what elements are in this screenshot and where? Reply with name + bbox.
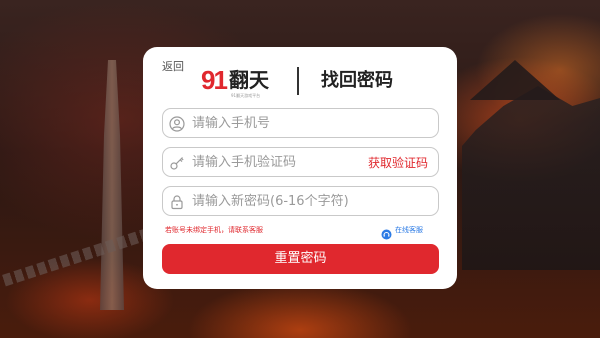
code-field[interactable]: 请输入手机验证码 获取验证码 [162, 147, 439, 177]
password-reset-dialog: 返回 91 翻天 91翻天游戏平台 找回密码 请输入手机号 请输入手机验证码 获… [143, 47, 457, 289]
get-code-button[interactable]: 获取验证码 [368, 155, 428, 171]
user-icon [169, 116, 185, 132]
back-link[interactable]: 返回 [162, 58, 184, 74]
header-divider [297, 67, 299, 95]
chain-illustration [2, 225, 158, 287]
password-placeholder: 请输入新密码(6-16个字符) [192, 194, 349, 209]
phone-field[interactable]: 请输入手机号 [162, 108, 439, 138]
logo: 91 翻天 91翻天游戏平台 [201, 66, 281, 98]
logo-subtitle: 91翻天游戏平台 [231, 93, 261, 98]
help-row: 若账号未绑定手机，请联系客服 在线客服 [165, 224, 439, 240]
phone-placeholder: 请输入手机号 [192, 116, 271, 131]
page-title: 找回密码 [321, 70, 393, 91]
online-service-link[interactable]: 在线客服 [381, 224, 439, 240]
unbound-phone-note: 若账号未绑定手机，请联系客服 [165, 226, 263, 234]
logo-name: 翻天 [229, 68, 269, 92]
castle-roof-illustration [470, 60, 560, 100]
lock-icon [169, 194, 185, 210]
key-icon [169, 155, 185, 171]
reset-password-button[interactable]: 重置密码 [162, 244, 439, 274]
customer-service-icon [381, 225, 392, 240]
code-placeholder: 请输入手机验证码 [192, 155, 297, 170]
password-field[interactable]: 请输入新密码(6-16个字符) [162, 186, 439, 216]
castle-illustration [462, 86, 600, 270]
sword-illustration [100, 60, 124, 310]
logo-number: 91 [201, 65, 228, 95]
online-service-label: 在线客服 [395, 226, 423, 234]
